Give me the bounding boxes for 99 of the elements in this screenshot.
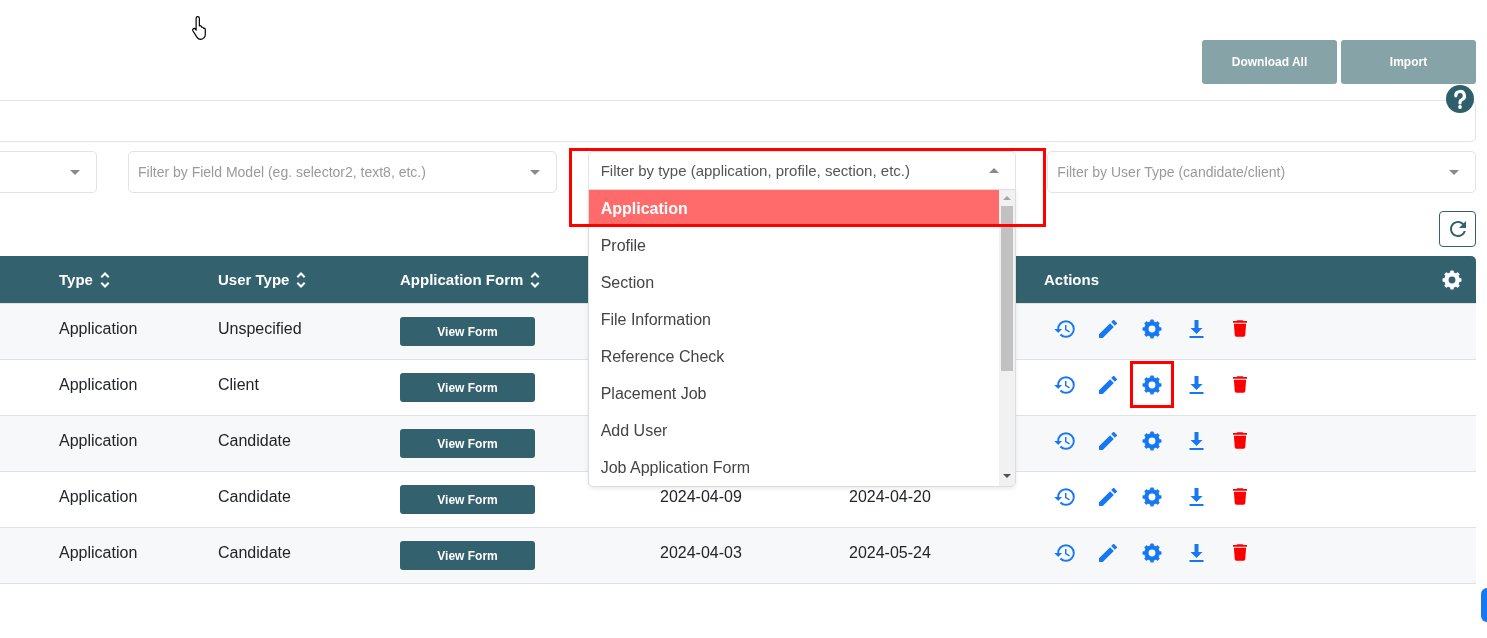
- view-form-button[interactable]: View Form: [400, 373, 535, 402]
- history-icon: [1053, 487, 1075, 506]
- settings-button[interactable]: [1142, 318, 1162, 339]
- caret-down-icon: [1449, 169, 1459, 175]
- history-button[interactable]: [1053, 319, 1075, 338]
- table-cell: Candidate: [218, 544, 291, 561]
- dropdown-option[interactable]: Add User: [588, 412, 1000, 449]
- pencil-icon: [1099, 375, 1117, 394]
- dropdown-option[interactable]: Job Application Form: [588, 449, 1000, 486]
- table-cell: Candidate: [218, 488, 291, 505]
- table-cell: Application: [59, 320, 138, 337]
- download-button[interactable]: [1188, 319, 1204, 338]
- table-cell: Candidate: [218, 432, 291, 449]
- gear-icon: [1142, 374, 1162, 395]
- download-button[interactable]: [1188, 487, 1204, 506]
- history-button[interactable]: [1053, 375, 1075, 394]
- edit-button[interactable]: [1099, 431, 1117, 450]
- sort-icon[interactable]: [296, 271, 307, 288]
- table-cell: Application: [59, 544, 138, 561]
- delete-button[interactable]: [1233, 488, 1247, 505]
- caret-down-icon: [70, 169, 80, 175]
- scrollbar[interactable]: [999, 190, 1016, 486]
- history-icon: [1053, 319, 1075, 338]
- pencil-icon: [1099, 487, 1117, 506]
- trash-icon: [1233, 488, 1247, 505]
- caret-down-icon: [529, 169, 540, 175]
- table-cell: Application: [59, 376, 138, 393]
- pencil-icon: [1099, 431, 1117, 450]
- dropdown-option[interactable]: File Information: [588, 301, 1000, 338]
- scrollbar-thumb[interactable]: [1001, 206, 1014, 371]
- download-icon: [1188, 487, 1204, 506]
- settings-button[interactable]: [1142, 430, 1162, 451]
- delete-button[interactable]: [1233, 320, 1247, 337]
- scroll-up-icon[interactable]: [1003, 196, 1012, 200]
- table-cell: 2024-04-03: [660, 544, 742, 561]
- filter-dropdown[interactable]: Filter by type (application, profile, section, etc.): [587, 151, 1017, 190]
- column-header: Actions: [1044, 271, 1099, 288]
- edit-button[interactable]: [1099, 543, 1117, 562]
- gear-icon: [1142, 542, 1162, 563]
- edit-button[interactable]: [1099, 375, 1117, 394]
- dropdown-option[interactable]: Placement Job: [588, 375, 1000, 412]
- settings-button[interactable]: [1142, 542, 1162, 563]
- hand-cursor-icon: [192, 16, 208, 40]
- caret-up-icon: [989, 168, 1000, 173]
- help-icon[interactable]: [1446, 85, 1474, 113]
- dropdown-option[interactable]: Section: [588, 264, 1000, 301]
- gear-icon: [1142, 486, 1162, 507]
- settings-icon[interactable]: [1442, 269, 1462, 290]
- edit-button[interactable]: [1099, 319, 1117, 338]
- download-icon: [1188, 375, 1204, 394]
- column-header: Application Form: [400, 271, 524, 288]
- download-icon: [1188, 543, 1204, 562]
- trash-icon: [1233, 432, 1247, 449]
- history-icon: [1053, 543, 1075, 562]
- sort-icon[interactable]: [530, 271, 541, 288]
- delete-button[interactable]: [1233, 544, 1247, 561]
- settings-button[interactable]: [1142, 486, 1162, 507]
- text-field[interactable]: [0, 100, 1476, 142]
- history-button[interactable]: [1053, 431, 1075, 450]
- download-button[interactable]: [1188, 543, 1204, 562]
- view-form-button[interactable]: View Form: [400, 317, 535, 346]
- download-button[interactable]: [1188, 431, 1204, 450]
- pencil-icon: [1099, 543, 1117, 562]
- trash-icon: [1233, 544, 1247, 561]
- view-form-button[interactable]: View Form: [400, 485, 535, 514]
- scroll-down-icon[interactable]: [1003, 474, 1012, 478]
- table-cell: 2024-04-09: [660, 488, 742, 505]
- sort-icon[interactable]: [99, 271, 110, 288]
- floating-button[interactable]: [1481, 588, 1487, 622]
- history-button[interactable]: [1053, 543, 1075, 562]
- edit-button[interactable]: [1099, 487, 1117, 506]
- download-icon: [1188, 431, 1204, 450]
- refresh-button[interactable]: [1439, 211, 1476, 247]
- table-cell: Application: [59, 488, 138, 505]
- history-icon: [1053, 375, 1075, 394]
- refresh-icon: [1449, 221, 1466, 237]
- view-form-button[interactable]: View Form: [400, 429, 535, 458]
- download-button[interactable]: [1188, 375, 1204, 394]
- table-cell: 2024-05-24: [849, 544, 931, 561]
- settings-button[interactable]: [1142, 374, 1162, 395]
- table-cell: Application: [59, 432, 138, 449]
- table-cell: 2024-04-20: [849, 488, 931, 505]
- delete-button[interactable]: [1233, 376, 1247, 393]
- column-header: Type: [59, 271, 93, 288]
- gear-icon: [1142, 430, 1162, 451]
- table-cell: Unspecified: [218, 320, 302, 337]
- trash-icon: [1233, 320, 1247, 337]
- trash-icon: [1233, 376, 1247, 393]
- table-cell: Client: [218, 376, 259, 393]
- gear-icon: [1142, 318, 1162, 339]
- history-button[interactable]: [1053, 487, 1075, 506]
- delete-button[interactable]: [1233, 432, 1247, 449]
- history-icon: [1053, 431, 1075, 450]
- column-header: User Type: [218, 271, 290, 288]
- dropdown-option[interactable]: Profile: [588, 227, 1000, 264]
- pencil-icon: [1099, 319, 1117, 338]
- download-icon: [1188, 319, 1204, 338]
- dropdown-option[interactable]: Reference Check: [588, 338, 1000, 375]
- view-form-button[interactable]: View Form: [400, 541, 535, 570]
